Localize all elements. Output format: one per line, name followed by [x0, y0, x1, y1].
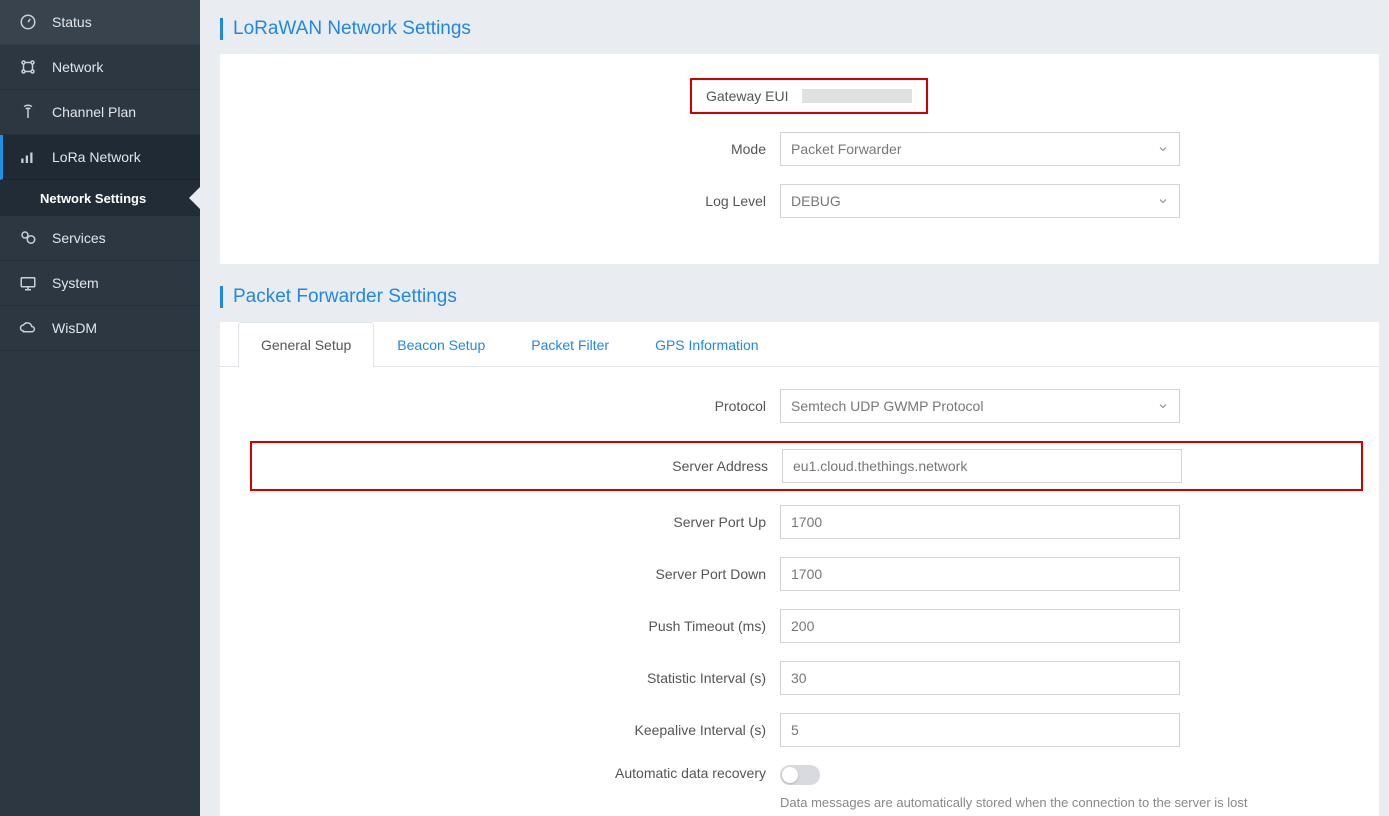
gateway-eui-value: [802, 89, 912, 103]
server-address-label: Server Address: [252, 458, 782, 474]
cloud-icon: [18, 318, 38, 338]
mode-row: Mode Packet Forwarder: [250, 132, 1349, 166]
sidebar-item-lora-network[interactable]: LoRa Network: [0, 135, 200, 180]
sidebar-item-label: Services: [52, 230, 106, 246]
push-timeout-input[interactable]: [780, 609, 1180, 643]
tab-gps-information[interactable]: GPS Information: [632, 322, 782, 367]
toggle-knob: [782, 767, 798, 783]
lorawan-panel: Gateway EUI Mode Packet Forwarder Log Le…: [220, 54, 1379, 264]
push-timeout-row: Push Timeout (ms): [250, 609, 1349, 643]
system-icon: [18, 273, 38, 293]
port-up-input[interactable]: [780, 505, 1180, 539]
server-address-row: Server Address: [252, 449, 1347, 483]
keepalive-row: Keepalive Interval (s): [250, 713, 1349, 747]
tabs: General Setup Beacon Setup Packet Filter…: [220, 322, 1379, 367]
sidebar-item-status[interactable]: Status: [0, 0, 200, 45]
port-down-row: Server Port Down: [250, 557, 1349, 591]
auto-recover-hint: Data messages are automatically stored w…: [780, 795, 1349, 810]
log-level-value: DEBUG: [791, 193, 841, 209]
sidebar-item-label: Status: [52, 14, 92, 30]
section-title-text: Packet Forwarder Settings: [233, 286, 457, 308]
gateway-eui-label: Gateway EUI: [706, 88, 788, 104]
sidebar-item-wisdm[interactable]: WisDM: [0, 306, 200, 351]
section-title-lorawan: LoRaWAN Network Settings: [200, 18, 1389, 54]
gateway-eui-highlight: Gateway EUI: [690, 78, 928, 114]
chevron-down-icon: [1157, 400, 1169, 412]
protocol-value: Semtech UDP GWMP Protocol: [791, 398, 983, 414]
log-level-row: Log Level DEBUG: [250, 184, 1349, 218]
network-icon: [18, 57, 38, 77]
section-title-text: LoRaWAN Network Settings: [233, 18, 471, 40]
sidebar-item-label: WisDM: [52, 320, 97, 336]
port-down-input[interactable]: [780, 557, 1180, 591]
port-down-label: Server Port Down: [250, 566, 780, 582]
sidebar: Status Network Channel Plan LoRa Network…: [0, 0, 200, 816]
server-address-highlight: Server Address: [250, 441, 1363, 491]
auto-recover-toggle-wrap: [780, 765, 1180, 785]
sidebar-item-label: System: [52, 275, 99, 291]
protocol-select[interactable]: Semtech UDP GWMP Protocol: [780, 389, 1180, 423]
auto-recover-hint-row: Data messages are automatically stored w…: [250, 791, 1349, 810]
antenna-icon: [18, 102, 38, 122]
mode-label: Mode: [250, 141, 780, 157]
keepalive-label: Keepalive Interval (s): [250, 722, 780, 738]
tab-beacon-setup[interactable]: Beacon Setup: [374, 322, 508, 367]
sidebar-item-network[interactable]: Network: [0, 45, 200, 90]
chevron-down-icon: [1157, 195, 1169, 207]
sidebar-item-label: Channel Plan: [52, 104, 136, 120]
port-up-label: Server Port Up: [250, 514, 780, 530]
auto-recover-row: Automatic data recovery: [250, 765, 1349, 785]
section-title-pf: Packet Forwarder Settings: [200, 286, 1389, 322]
stat-interval-label: Statistic Interval (s): [250, 670, 780, 686]
server-address-input[interactable]: [782, 449, 1182, 483]
auto-recover-label: Automatic data recovery: [250, 765, 780, 781]
push-timeout-label: Push Timeout (ms): [250, 618, 780, 634]
log-level-label: Log Level: [250, 193, 780, 209]
tab-packet-filter[interactable]: Packet Filter: [508, 322, 632, 367]
sidebar-item-channel-plan[interactable]: Channel Plan: [0, 90, 200, 135]
main-content: LoRaWAN Network Settings Gateway EUI Mod…: [200, 0, 1389, 816]
stat-interval-input[interactable]: [780, 661, 1180, 695]
mode-select[interactable]: Packet Forwarder: [780, 132, 1180, 166]
auto-recover-toggle[interactable]: [780, 765, 820, 785]
sidebar-item-label: Network: [52, 59, 103, 75]
server-address-field[interactable]: [782, 449, 1182, 483]
sidebar-item-label: LoRa Network: [52, 149, 141, 165]
protocol-label: Protocol: [250, 398, 780, 414]
sidebar-sub-network-settings[interactable]: Network Settings: [0, 180, 200, 216]
log-level-select[interactable]: DEBUG: [780, 184, 1180, 218]
bars-icon: [18, 147, 38, 167]
gauge-icon: [18, 12, 38, 32]
protocol-row: Protocol Semtech UDP GWMP Protocol: [250, 389, 1349, 423]
services-icon: [18, 228, 38, 248]
chevron-down-icon: [1157, 143, 1169, 155]
stat-interval-row: Statistic Interval (s): [250, 661, 1349, 695]
title-bar: [220, 286, 223, 308]
tab-general-setup[interactable]: General Setup: [238, 322, 374, 367]
sidebar-sub-label: Network Settings: [40, 191, 146, 206]
mode-value: Packet Forwarder: [791, 141, 901, 157]
port-up-row: Server Port Up: [250, 505, 1349, 539]
sidebar-item-services[interactable]: Services: [0, 216, 200, 261]
title-bar: [220, 18, 223, 40]
pf-panel: General Setup Beacon Setup Packet Filter…: [220, 322, 1379, 816]
keepalive-input[interactable]: [780, 713, 1180, 747]
sidebar-item-system[interactable]: System: [0, 261, 200, 306]
